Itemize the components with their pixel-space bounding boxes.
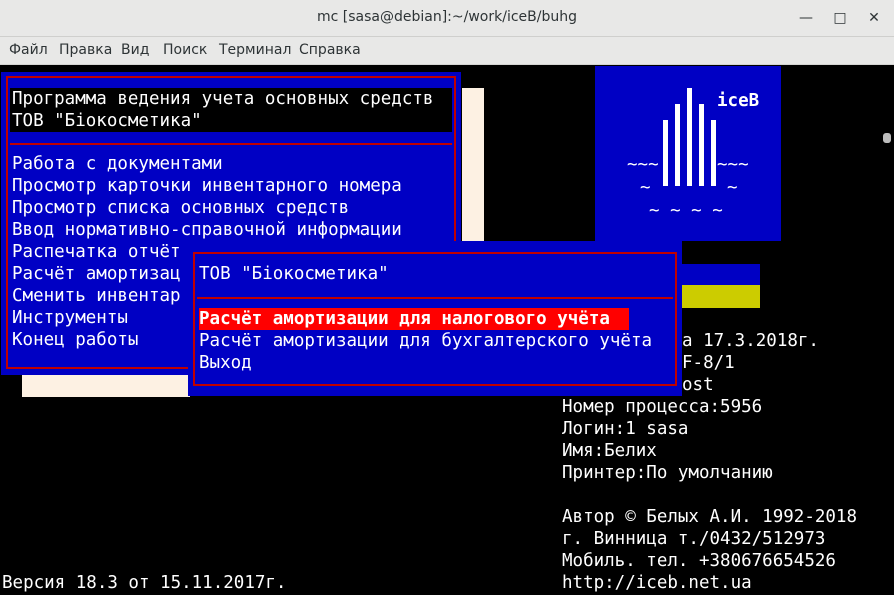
menu-search[interactable]: Поиск xyxy=(163,42,207,58)
submenu-title: ТОВ "Біокосметика" xyxy=(199,264,389,284)
submenu-separator xyxy=(197,297,673,299)
host-text: F-8/1 xyxy=(682,353,735,373)
terminal-area[interactable]: Программа ведения учета основных средств… xyxy=(0,65,880,595)
host-text: ost xyxy=(682,375,714,395)
main-menu-separator xyxy=(10,143,452,145)
window-shadow xyxy=(22,375,190,397)
window-shadow xyxy=(462,88,484,242)
menu-item-print-reports[interactable]: Распечатка отчёт xyxy=(12,241,181,263)
scrollbar-thumb[interactable] xyxy=(883,133,891,143)
mobile-text: Мобиль. тел. +380676654526 xyxy=(562,551,836,571)
process-text: Номер процесса:5956 xyxy=(562,397,763,417)
logo-bar xyxy=(711,120,716,186)
menu-item-exit[interactable]: Конец работы xyxy=(12,329,138,351)
logo-name: iceB xyxy=(717,91,760,111)
menu-item-documents[interactable]: Работа с документами xyxy=(12,153,223,175)
menu-view[interactable]: Вид xyxy=(121,42,149,58)
logo-bar xyxy=(687,88,692,186)
menu-item-change-inventory[interactable]: Сменить инвентар xyxy=(12,285,181,307)
logo-wave: ~ ~ ~ ~ xyxy=(649,201,723,221)
close-icon[interactable]: ✕ xyxy=(866,10,882,26)
submenu-item-exit[interactable]: Выход xyxy=(199,352,252,374)
menu-terminal[interactable]: Терминал xyxy=(219,42,291,58)
logo-wave: ~~~ xyxy=(627,155,659,175)
menu-item-tools[interactable]: Инструменты xyxy=(12,307,128,329)
logo-bar xyxy=(699,104,704,186)
menu-item-assets-list[interactable]: Просмотр списка основных средств xyxy=(12,197,349,219)
flag-yellow xyxy=(682,285,760,308)
submenu-window: ТОВ "Біокосметика" Расчёт амортизации дл… xyxy=(188,241,682,396)
company-name: ТОВ "Біокосметика" xyxy=(12,111,202,131)
flag-blue xyxy=(682,264,760,285)
submenu-item-accounting-depreciation[interactable]: Расчёт амортизации для бухгалтерского уч… xyxy=(199,330,652,352)
logo-bar xyxy=(675,104,680,186)
menu-edit[interactable]: Правка xyxy=(59,42,112,58)
window-title: mc [sasa@debian]:~/work/iceB/buhg xyxy=(317,9,577,25)
logo-wave: ~ xyxy=(640,178,651,198)
url-text: http://iceb.net.ua xyxy=(562,573,752,593)
version-text: Версия 18.3 от 15.11.2017г. xyxy=(2,573,287,593)
logo-wave: ~~~ xyxy=(717,155,749,175)
logo-bar xyxy=(663,120,668,186)
printer-text: Принтер:По умолчанию xyxy=(562,463,773,483)
menu-item-reference-info[interactable]: Ввод нормативно-справочной информации xyxy=(12,219,402,241)
title-bar: mc [sasa@debian]:~/work/iceB/buhg — □ ✕ xyxy=(0,0,894,37)
menu-help[interactable]: Справка xyxy=(299,42,361,58)
minimize-icon[interactable]: — xyxy=(798,10,814,26)
user-name-text: Имя:Белих xyxy=(562,441,657,461)
city-phone-text: г. Винница т./0432/512973 xyxy=(562,529,826,549)
submenu-item-tax-depreciation[interactable]: Расчёт амортизации для налогового учёта xyxy=(199,308,610,330)
menu-file[interactable]: Файл xyxy=(9,42,48,58)
menu-item-depreciation[interactable]: Расчёт амортизац xyxy=(12,263,181,285)
scrollbar[interactable] xyxy=(880,65,894,595)
login-text: Логин:1 sasa xyxy=(562,419,689,439)
program-title: Программа ведения учета основных средств xyxy=(12,89,434,109)
menu-bar: Файл Правка Вид Поиск Терминал Справка xyxy=(0,37,894,65)
logo-wave: ~ xyxy=(727,178,738,198)
menu-item-inventory-card[interactable]: Просмотр карточки инвентарного номера xyxy=(12,175,402,197)
iceb-logo: iceB ~~~ ~~~ ~ ~ ~ ~ ~ ~ xyxy=(595,66,781,241)
author-text: Автор © Белых А.И. 1992-2018 xyxy=(562,507,858,527)
maximize-icon[interactable]: □ xyxy=(832,10,848,26)
date-text: а 17.3.2018г. xyxy=(682,331,819,351)
